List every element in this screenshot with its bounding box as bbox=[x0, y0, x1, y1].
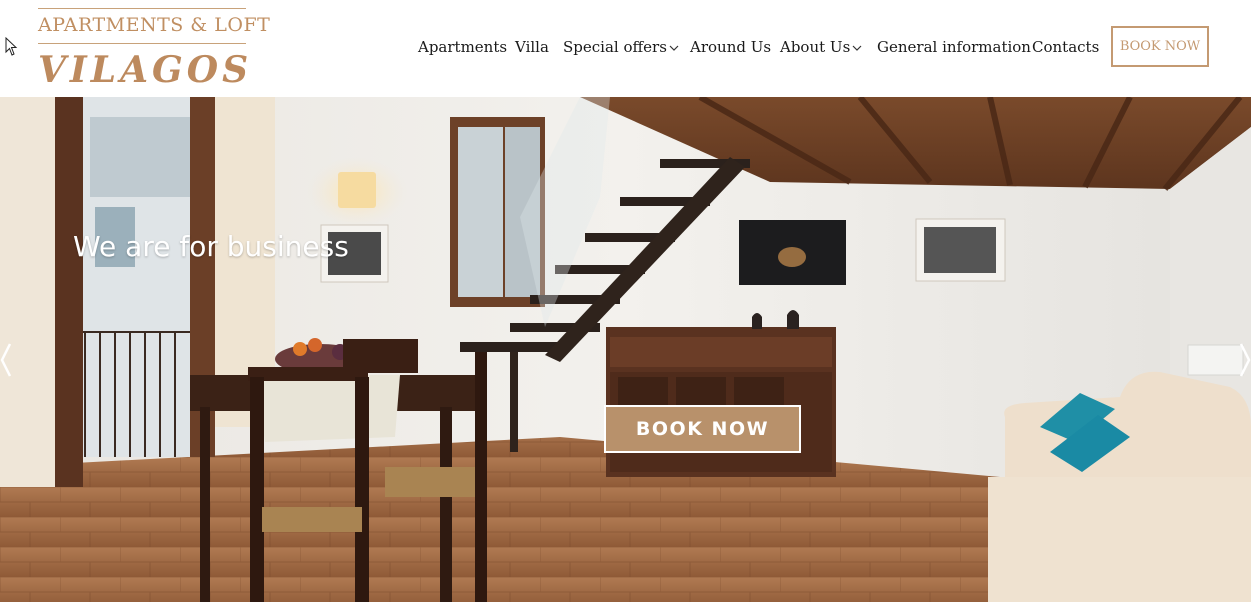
nav-item-label: Special offers bbox=[563, 38, 667, 56]
nav-item-apartments[interactable]: Apartments bbox=[418, 36, 507, 58]
chevron-down-icon bbox=[852, 45, 862, 51]
hero-tagline: We are for business bbox=[73, 230, 349, 263]
hero-background-image bbox=[0, 97, 1251, 602]
nav-item-around-us[interactable]: Around Us bbox=[690, 36, 771, 58]
hero-slider: We are for business BOOK NOW bbox=[0, 97, 1251, 602]
chevron-left-icon[interactable] bbox=[0, 342, 14, 378]
nav-item-contacts[interactable]: Contacts bbox=[1032, 36, 1099, 58]
logo-name: VILAGOS bbox=[38, 49, 253, 91]
nav-item-label: General information bbox=[877, 38, 1031, 56]
site-logo[interactable]: APARTMENTS & LOFT VILAGOS bbox=[38, 6, 271, 92]
site-header: APARTMENTS & LOFT VILAGOS Apartments Vil… bbox=[0, 0, 1251, 97]
nav-item-label: Apartments bbox=[418, 38, 508, 56]
nav-item-label: Villa bbox=[515, 38, 549, 56]
nav-item-general-information[interactable]: General information bbox=[877, 36, 1031, 58]
nav-item-label: Contacts bbox=[1032, 38, 1100, 56]
logo-divider-middle bbox=[38, 43, 246, 44]
mouse-cursor-icon bbox=[5, 37, 18, 56]
nav-item-special-offers[interactable]: Special offers bbox=[563, 36, 679, 58]
logo-subtitle: APARTMENTS & LOFT bbox=[38, 14, 271, 36]
book-now-button[interactable]: BOOK NOW bbox=[1111, 26, 1209, 67]
chevron-right-icon[interactable] bbox=[1237, 342, 1251, 378]
chevron-down-icon bbox=[669, 45, 679, 51]
nav-item-villa[interactable]: Villa bbox=[515, 36, 549, 58]
nav-item-about-us[interactable]: About Us bbox=[780, 36, 862, 58]
hero-book-now-button[interactable]: BOOK NOW bbox=[604, 405, 801, 453]
logo-divider-top bbox=[38, 8, 246, 9]
nav-item-label: About Us bbox=[780, 38, 851, 56]
nav-item-label: Around Us bbox=[690, 38, 772, 56]
